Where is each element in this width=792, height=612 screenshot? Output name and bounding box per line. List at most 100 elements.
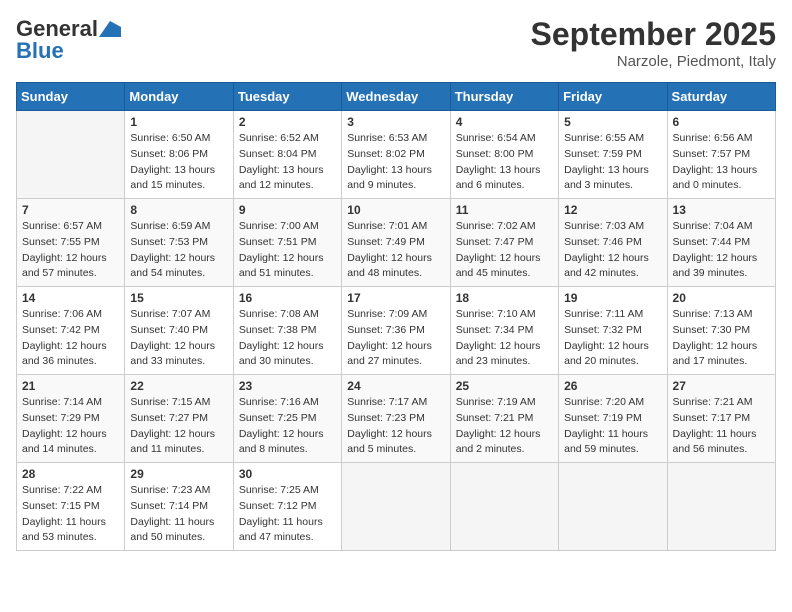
day-number: 3 <box>347 115 444 129</box>
day-number: 12 <box>564 203 661 217</box>
day-number: 9 <box>239 203 336 217</box>
calendar-cell: 12 Sunrise: 7:03 AM Sunset: 7:46 PM Dayli… <box>559 199 667 287</box>
calendar-cell: 17Sunrise: 7:09 AM Sunset: 7:36 PM Dayli… <box>342 287 450 375</box>
calendar-cell: 5Sunrise: 6:55 AM Sunset: 7:59 PM Daylig… <box>559 111 667 199</box>
day-info: Sunrise: 7:16 AM Sunset: 7:25 PM Dayligh… <box>239 395 336 458</box>
logo-icon <box>99 21 121 37</box>
calendar-week-row: 14 Sunrise: 7:06 AM Sunset: 7:42 PM Dayli… <box>17 287 776 375</box>
calendar-cell: 29 Sunrise: 7:23 AM Sunset: 7:14 PM Dayli… <box>125 463 233 551</box>
col-header-wednesday: Wednesday <box>342 83 450 111</box>
calendar-cell: 6 Sunrise: 6:56 AM Sunset: 7:57 PM Daylig… <box>667 111 775 199</box>
day-info: Sunrise: 7:06 AM Sunset: 7:42 PM Dayligh… <box>22 307 119 370</box>
day-info: Sunrise: 7:00 AM Sunset: 7:51 PM Dayligh… <box>239 219 336 282</box>
day-info: Sunrise: 6:52 AM Sunset: 8:04 PM Dayligh… <box>239 131 336 194</box>
day-info: Sunrise: 7:10 AM Sunset: 7:34 PM Dayligh… <box>456 307 553 370</box>
day-number: 30 <box>239 467 336 481</box>
col-header-friday: Friday <box>559 83 667 111</box>
day-info: Sunrise: 6:59 AM Sunset: 7:53 PM Dayligh… <box>130 219 227 282</box>
day-number: 8 <box>130 203 227 217</box>
day-number: 26 <box>564 379 661 393</box>
calendar-cell: 11 Sunrise: 7:02 AM Sunset: 7:47 PM Dayli… <box>450 199 558 287</box>
day-number: 25 <box>456 379 553 393</box>
calendar-cell <box>559 463 667 551</box>
day-number: 23 <box>239 379 336 393</box>
logo-blue: Blue <box>16 38 64 64</box>
calendar-cell: 8 Sunrise: 6:59 AM Sunset: 7:53 PM Daylig… <box>125 199 233 287</box>
day-info: Sunrise: 7:19 AM Sunset: 7:21 PM Dayligh… <box>456 395 553 458</box>
col-header-saturday: Saturday <box>667 83 775 111</box>
calendar-cell: 20 Sunrise: 7:13 AM Sunset: 7:30 PM Dayli… <box>667 287 775 375</box>
day-number: 4 <box>456 115 553 129</box>
calendar-week-row: 28 Sunrise: 7:22 AM Sunset: 7:15 PM Dayli… <box>17 463 776 551</box>
day-info: Sunrise: 7:04 AM Sunset: 7:44 PM Dayligh… <box>673 219 770 282</box>
day-number: 6 <box>673 115 770 129</box>
day-number: 28 <box>22 467 119 481</box>
day-number: 14 <box>22 291 119 305</box>
calendar-cell: 18 Sunrise: 7:10 AM Sunset: 7:34 PM Dayli… <box>450 287 558 375</box>
calendar-cell: 1 Sunrise: 6:50 AM Sunset: 8:06 PM Daylig… <box>125 111 233 199</box>
day-number: 13 <box>673 203 770 217</box>
day-info: Sunrise: 7:02 AM Sunset: 7:47 PM Dayligh… <box>456 219 553 282</box>
day-info: Sunrise: 7:23 AM Sunset: 7:14 PM Dayligh… <box>130 483 227 546</box>
day-info: Sunrise: 7:22 AM Sunset: 7:15 PM Dayligh… <box>22 483 119 546</box>
calendar-cell: 23 Sunrise: 7:16 AM Sunset: 7:25 PM Dayli… <box>233 375 341 463</box>
calendar-week-row: 1 Sunrise: 6:50 AM Sunset: 8:06 PM Daylig… <box>17 111 776 199</box>
calendar-cell <box>667 463 775 551</box>
calendar-cell: 27 Sunrise: 7:21 AM Sunset: 7:17 PM Dayli… <box>667 375 775 463</box>
day-number: 1 <box>130 115 227 129</box>
day-info: Sunrise: 6:54 AM Sunset: 8:00 PM Dayligh… <box>456 131 553 194</box>
day-number: 11 <box>456 203 553 217</box>
day-info: Sunrise: 7:01 AM Sunset: 7:49 PM Dayligh… <box>347 219 444 282</box>
day-number: 5 <box>564 115 661 129</box>
day-number: 16 <box>239 291 336 305</box>
day-number: 17 <box>347 291 444 305</box>
day-number: 10 <box>347 203 444 217</box>
day-number: 29 <box>130 467 227 481</box>
calendar-cell: 26 Sunrise: 7:20 AM Sunset: 7:19 PM Dayli… <box>559 375 667 463</box>
day-number: 27 <box>673 379 770 393</box>
day-number: 15 <box>130 291 227 305</box>
calendar-week-row: 7Sunrise: 6:57 AM Sunset: 7:55 PM Daylig… <box>17 199 776 287</box>
day-info: Sunrise: 7:07 AM Sunset: 7:40 PM Dayligh… <box>130 307 227 370</box>
day-info: Sunrise: 7:15 AM Sunset: 7:27 PM Dayligh… <box>130 395 227 458</box>
calendar-cell: 25 Sunrise: 7:19 AM Sunset: 7:21 PM Dayli… <box>450 375 558 463</box>
day-info: Sunrise: 7:03 AM Sunset: 7:46 PM Dayligh… <box>564 219 661 282</box>
day-number: 19 <box>564 291 661 305</box>
day-number: 22 <box>130 379 227 393</box>
page-header: General Blue September 2025 Narzole, Pie… <box>16 16 776 70</box>
location: Narzole, Piedmont, Italy <box>531 53 776 70</box>
day-info: Sunrise: 7:13 AM Sunset: 7:30 PM Dayligh… <box>673 307 770 370</box>
col-header-tuesday: Tuesday <box>233 83 341 111</box>
calendar-week-row: 21Sunrise: 7:14 AM Sunset: 7:29 PM Dayli… <box>17 375 776 463</box>
day-number: 18 <box>456 291 553 305</box>
day-info: Sunrise: 7:11 AM Sunset: 7:32 PM Dayligh… <box>564 307 661 370</box>
day-info: Sunrise: 6:56 AM Sunset: 7:57 PM Dayligh… <box>673 131 770 194</box>
day-info: Sunrise: 7:21 AM Sunset: 7:17 PM Dayligh… <box>673 395 770 458</box>
calendar-cell: 28 Sunrise: 7:22 AM Sunset: 7:15 PM Dayli… <box>17 463 125 551</box>
col-header-monday: Monday <box>125 83 233 111</box>
calendar-cell: 19 Sunrise: 7:11 AM Sunset: 7:32 PM Dayli… <box>559 287 667 375</box>
day-number: 7 <box>22 203 119 217</box>
calendar-cell <box>17 111 125 199</box>
calendar-cell: 10 Sunrise: 7:01 AM Sunset: 7:49 PM Dayli… <box>342 199 450 287</box>
calendar-cell: 22 Sunrise: 7:15 AM Sunset: 7:27 PM Dayli… <box>125 375 233 463</box>
day-number: 24 <box>347 379 444 393</box>
logo: General Blue <box>16 16 121 64</box>
calendar-cell: 15 Sunrise: 7:07 AM Sunset: 7:40 PM Dayli… <box>125 287 233 375</box>
title-block: September 2025 Narzole, Piedmont, Italy <box>531 16 776 70</box>
day-info: Sunrise: 7:08 AM Sunset: 7:38 PM Dayligh… <box>239 307 336 370</box>
day-info: Sunrise: 6:53 AM Sunset: 8:02 PM Dayligh… <box>347 131 444 194</box>
calendar-cell: 9 Sunrise: 7:00 AM Sunset: 7:51 PM Daylig… <box>233 199 341 287</box>
calendar-cell: 14 Sunrise: 7:06 AM Sunset: 7:42 PM Dayli… <box>17 287 125 375</box>
col-header-sunday: Sunday <box>17 83 125 111</box>
calendar-cell: 2Sunrise: 6:52 AM Sunset: 8:04 PM Daylig… <box>233 111 341 199</box>
day-info: Sunrise: 7:17 AM Sunset: 7:23 PM Dayligh… <box>347 395 444 458</box>
day-info: Sunrise: 7:20 AM Sunset: 7:19 PM Dayligh… <box>564 395 661 458</box>
day-number: 20 <box>673 291 770 305</box>
calendar-cell <box>342 463 450 551</box>
calendar-cell <box>450 463 558 551</box>
day-number: 21 <box>22 379 119 393</box>
day-info: Sunrise: 6:50 AM Sunset: 8:06 PM Dayligh… <box>130 131 227 194</box>
col-header-thursday: Thursday <box>450 83 558 111</box>
calendar-cell: 21Sunrise: 7:14 AM Sunset: 7:29 PM Dayli… <box>17 375 125 463</box>
